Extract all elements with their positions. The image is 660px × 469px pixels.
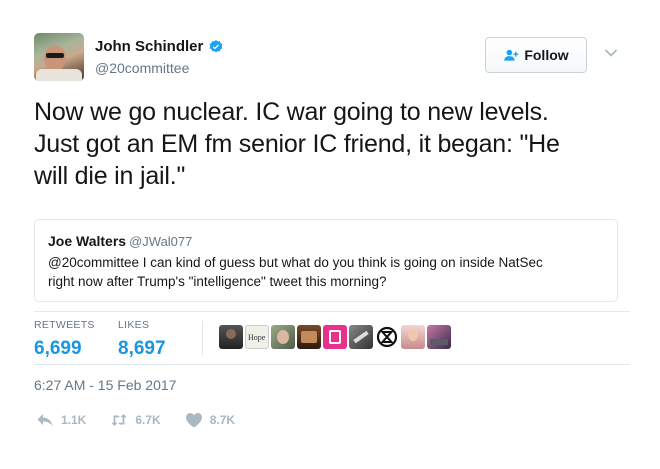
quoted-author-name: Joe Walters (48, 233, 127, 249)
reply-button[interactable]: 1.1K (36, 412, 86, 428)
follow-button-label: Follow (524, 47, 569, 63)
heart-icon (185, 413, 202, 428)
author-name[interactable]: John Schindler (95, 38, 203, 55)
quoted-author-handle: @JWal077 (129, 234, 193, 249)
reply-count: 1.1K (61, 413, 87, 427)
likes-label: LIKES (118, 319, 150, 331)
tweet-text-line: Just got an EM fm senior IC friend, it b… (34, 130, 560, 158)
retweet-button[interactable]: 6.7K (110, 412, 161, 428)
verified-badge-icon (209, 39, 223, 52)
reply-icon (37, 414, 53, 426)
quoted-tweet-header: Joe Walters @JWal077 (48, 233, 604, 249)
follow-button[interactable]: Follow (485, 37, 587, 73)
liker-avatar-3[interactable] (271, 325, 295, 349)
liker-avatar-2-text: Hope (248, 333, 266, 342)
retweet-icon (111, 414, 128, 426)
chevron-down-icon[interactable] (604, 48, 618, 58)
retweets-stat[interactable]: RETWEETS 6,699 (34, 319, 95, 360)
author-name-row[interactable]: John Schindler (95, 38, 224, 55)
extinction-symbol-icon (376, 326, 398, 348)
author-handle[interactable]: @20committee (95, 60, 189, 76)
tweet-text-line: will die in jail." (34, 162, 186, 190)
liker-avatar-8[interactable] (401, 325, 425, 349)
retweets-count[interactable]: 6,699 (34, 338, 95, 360)
avatar-shirt (36, 69, 82, 81)
like-count: 8.7K (209, 413, 236, 427)
liker-avatar-7[interactable] (375, 325, 399, 349)
likes-count[interactable]: 8,697 (118, 338, 166, 360)
quoted-tweet-line: right now after Trump's "intelligence" t… (48, 274, 387, 289)
retweet-count: 6.7K (135, 413, 161, 427)
likes-stat[interactable]: LIKES 8,697 (118, 319, 166, 360)
quoted-tweet-text: @20committee I can kind of guess but wha… (48, 253, 608, 291)
retweets-label: RETWEETS (34, 319, 95, 331)
liker-avatar-9[interactable] (427, 325, 451, 349)
liker-avatar-2[interactable]: Hope (245, 325, 269, 349)
divider (34, 364, 630, 365)
divider (34, 311, 630, 312)
avatar-face (44, 45, 66, 71)
author-header[interactable]: John Schindler (95, 38, 224, 56)
like-button[interactable]: 8.7K (185, 412, 235, 428)
tweet-actions: 1.1K 6.7K 8.7K (36, 412, 259, 428)
liker-avatar-6[interactable] (349, 325, 373, 349)
avatar-sunglasses (46, 53, 64, 58)
tweet-timestamp[interactable]: 6:27 AM - 15 Feb 2017 (34, 377, 176, 393)
tweet-text-line: Now we go nuclear. IC war going to new l… (34, 98, 549, 126)
follow-user-icon (504, 49, 519, 61)
stats-separator (202, 321, 203, 355)
likers-avatar-row: Hope (219, 325, 453, 349)
tweet-text: Now we go nuclear. IC war going to new l… (34, 96, 624, 192)
liker-avatar-4[interactable] (297, 325, 321, 349)
quoted-tweet[interactable]: Joe Walters @JWal077 @20committee I can k… (34, 219, 618, 302)
liker-avatar-1[interactable] (219, 325, 243, 349)
quoted-tweet-line: @20committee I can kind of guess but wha… (48, 255, 543, 270)
liker-avatar-5[interactable] (323, 325, 347, 349)
author-avatar[interactable] (34, 33, 84, 81)
